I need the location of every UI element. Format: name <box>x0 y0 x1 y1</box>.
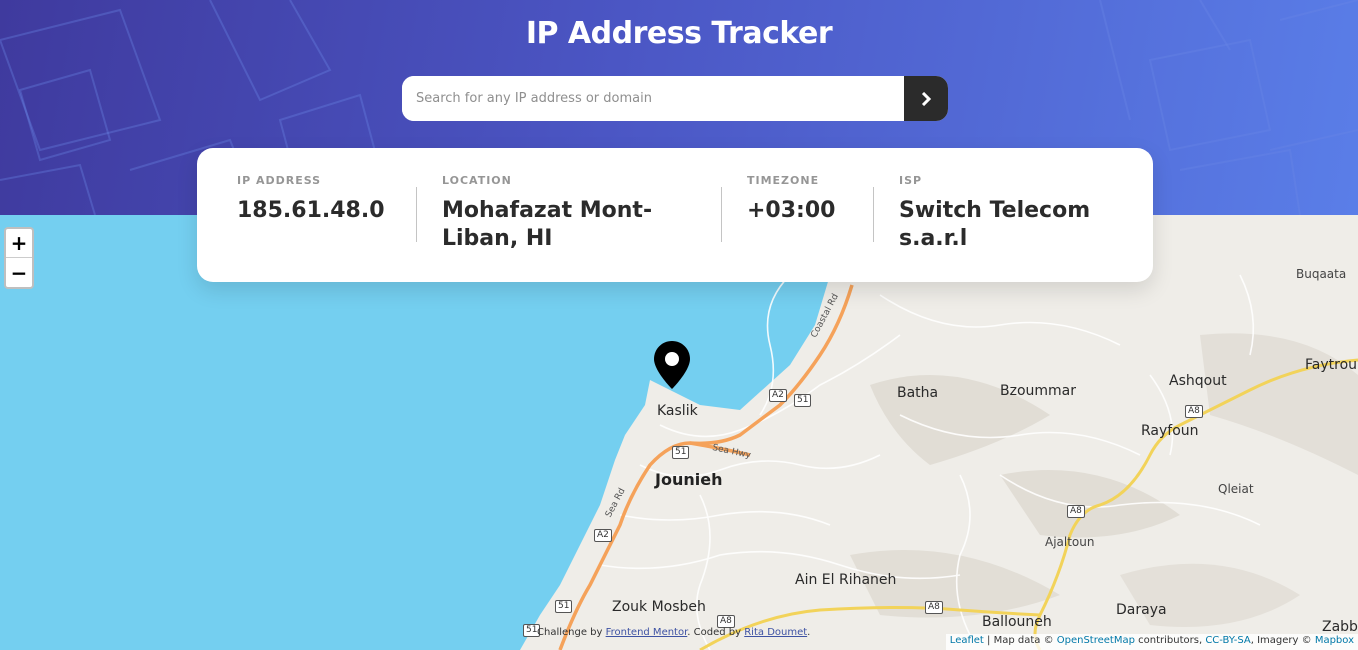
location-section: LOCATION Mohafazat Mont-Liban, HI <box>442 174 692 253</box>
road-shield-a8: A8 <box>1067 505 1085 518</box>
map-label-zouk-mosbeh: Zouk Mosbeh <box>612 599 706 615</box>
ip-info-card: IP ADDRESS 185.61.48.0 LOCATION Mohafaza… <box>197 148 1153 282</box>
isp-value: Switch Telecom s.a.r.l <box>899 198 1091 251</box>
divider <box>721 187 722 242</box>
page-title: IP Address Tracker <box>525 16 833 51</box>
road-shield-a2: A2 <box>769 389 787 402</box>
cc-by-sa-link[interactable]: CC-BY-SA <box>1205 635 1250 646</box>
isp-label: ISP <box>899 174 923 187</box>
attribution-text: . <box>807 627 811 638</box>
map-label-daraya: Daraya <box>1116 602 1167 618</box>
frontend-mentor-link[interactable]: Frontend Mentor <box>606 627 688 638</box>
map-label-zabb: Zabb <box>1322 619 1358 635</box>
road-shield-51: 51 <box>794 394 812 407</box>
challenge-attribution: Challenge by Frontend Mentor. Coded by R… <box>537 627 810 638</box>
map-label-batha: Batha <box>897 385 939 401</box>
attribution-text: . Coded by <box>687 627 745 638</box>
map-label-rayfoun: Rayfoun <box>1141 423 1199 439</box>
location-label: LOCATION <box>442 174 512 187</box>
map-label-kaslik: Kaslik <box>657 403 698 419</box>
attribution-text: , Imagery © <box>1250 635 1315 646</box>
location-value: Mohafazat Mont-Liban, HI <box>442 198 653 251</box>
map-label-buqaata: Buqaata <box>1296 267 1347 281</box>
attribution-text: Challenge by <box>537 627 606 638</box>
map-label-bzoummar: Bzoummar <box>1000 383 1077 399</box>
road-shield-a8: A8 <box>1185 405 1203 418</box>
zoom-out-button[interactable]: − <box>6 258 32 287</box>
divider <box>873 187 874 242</box>
author-link[interactable]: Rita Doumet <box>744 627 807 638</box>
ip-address-label: IP ADDRESS <box>237 174 322 187</box>
openstreetmap-link[interactable]: OpenStreetMap <box>1057 635 1135 646</box>
map-label-jounieh: Jounieh <box>655 470 723 489</box>
search-input[interactable] <box>402 76 904 121</box>
timezone-section: TIMEZONE +03:00 <box>747 174 867 225</box>
map-label-ashqout: Ashqout <box>1169 373 1227 389</box>
location-pin-icon[interactable] <box>653 340 691 390</box>
timezone-value: +03:00 <box>747 198 836 223</box>
map-attribution: Leaflet | Map data © OpenStreetMap contr… <box>945 634 1358 650</box>
road-shield-a8: A8 <box>925 601 943 614</box>
map-label-faytroun: Faytrou <box>1305 357 1358 373</box>
zoom-control: + − <box>4 227 34 289</box>
search-submit-button[interactable] <box>904 76 948 121</box>
attribution-text: contributors, <box>1134 635 1206 646</box>
map-label-ballouneh: Ballouneh <box>982 614 1052 630</box>
attribution-text: | Map data © <box>983 635 1057 646</box>
road-shield-51: 51 <box>555 600 573 613</box>
road-shield-a2: A2 <box>594 529 612 542</box>
isp-section: ISP Switch Telecom s.a.r.l <box>899 174 1119 253</box>
ip-address-section: IP ADDRESS 185.61.48.0 <box>237 174 407 225</box>
timezone-label: TIMEZONE <box>747 174 820 187</box>
road-shield-51: 51 <box>672 446 690 459</box>
mapbox-link[interactable]: Mapbox <box>1315 635 1354 646</box>
chevron-right-icon <box>921 91 931 106</box>
leaflet-link[interactable]: Leaflet <box>950 635 984 646</box>
divider <box>416 187 417 242</box>
map-label-qleiat: Qleiat <box>1218 482 1254 496</box>
map-label-ain-el-rihaneh: Ain El Rihaneh <box>795 572 897 588</box>
ip-address-value: 185.61.48.0 <box>237 198 385 223</box>
search-bar <box>402 76 948 121</box>
zoom-in-button[interactable]: + <box>6 229 32 258</box>
map-label-ajaltoun: Ajaltoun <box>1045 535 1095 549</box>
